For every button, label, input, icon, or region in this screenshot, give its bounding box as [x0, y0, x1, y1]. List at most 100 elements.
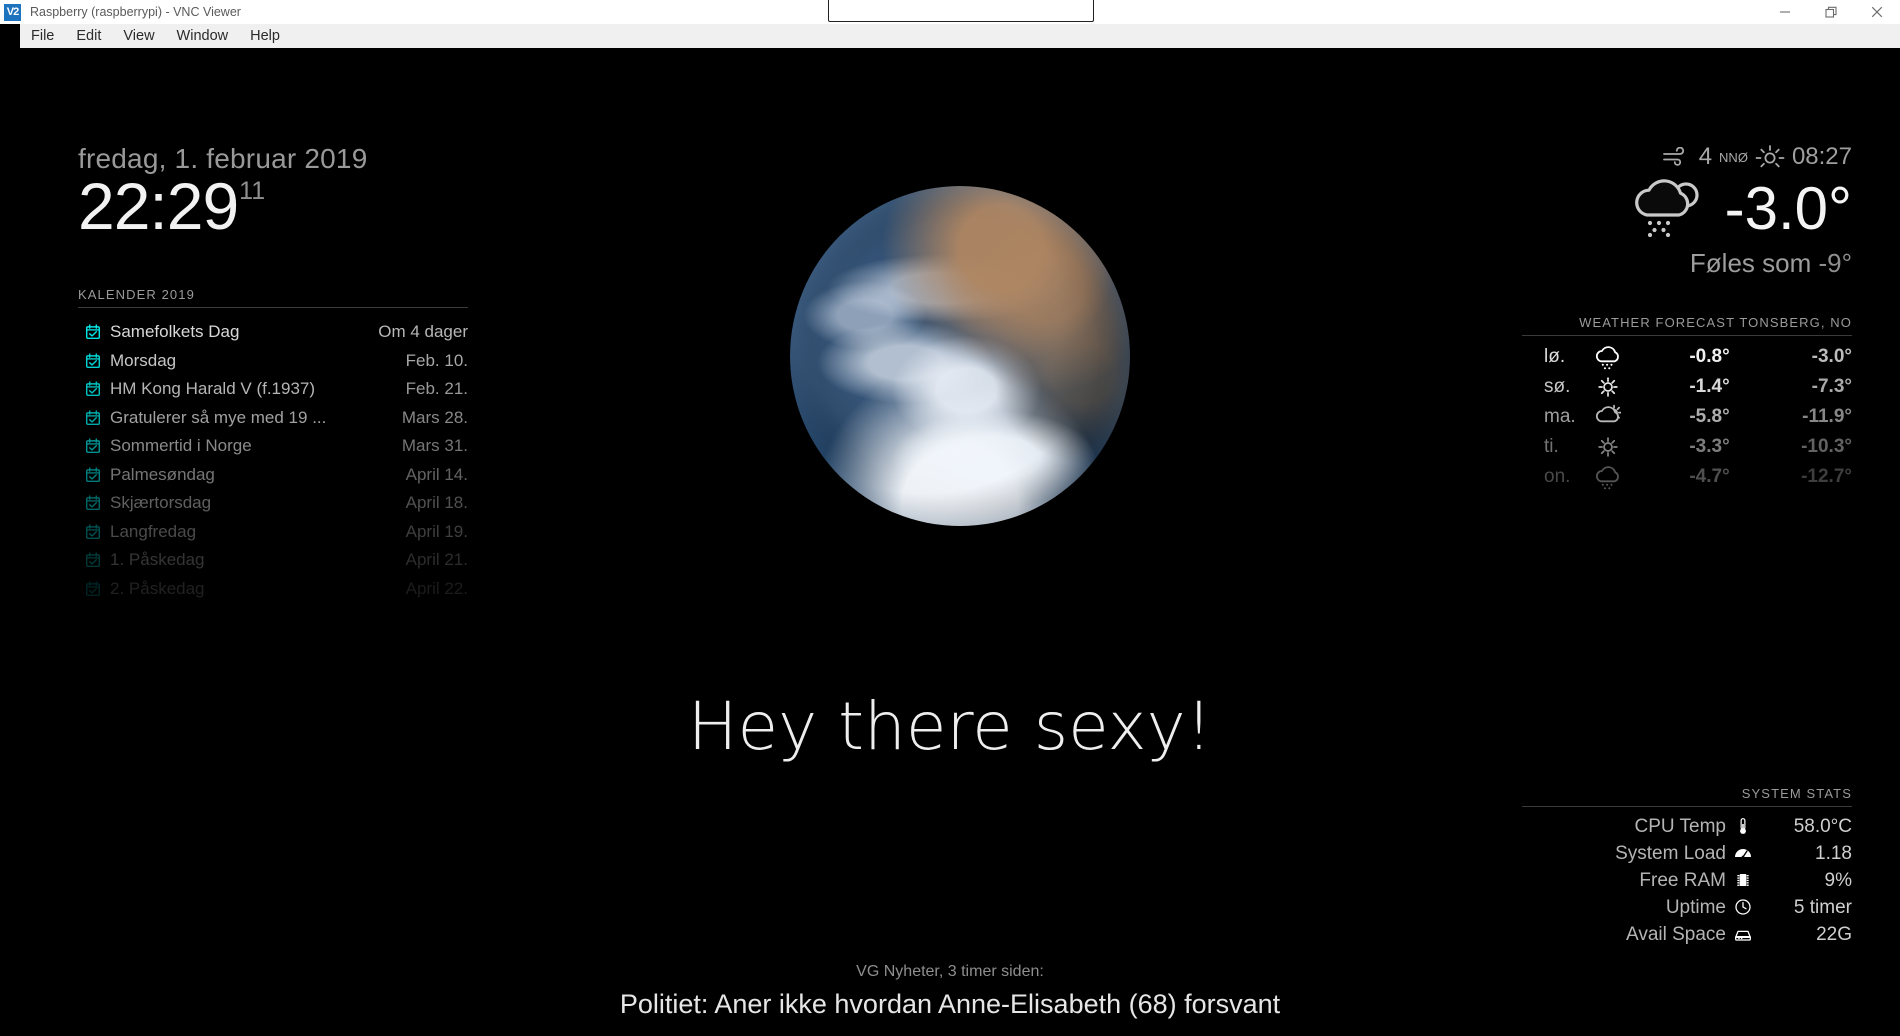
calendar-event-row: 1. Påskedag April 21.	[78, 546, 468, 575]
calendar-event-title: 2. Påskedag	[110, 578, 205, 598]
clock-icon	[1726, 894, 1760, 921]
calendar-event-title: HM Kong Harald V (f.1937)	[110, 379, 316, 399]
forecast-day: ti.	[1544, 436, 1559, 457]
weather-forecast: WEATHER FORECAST TONSBERG, NO lø. -0.8° -3…	[1522, 315, 1852, 492]
calendar-event-date: April 14.	[405, 464, 468, 484]
vnc-viewer-window: V2 Raspberry (raspberrypi) - VNC Viewer	[0, 0, 1900, 1036]
calendar-event-date: April 22.	[405, 578, 468, 598]
menu-view[interactable]: View	[112, 24, 165, 48]
calendar-event-date: Feb. 10.	[405, 350, 468, 370]
weather-summary-row: 4 NNØ 08:27	[1522, 143, 1852, 171]
system-stat-value: 1.18	[1815, 842, 1852, 864]
thermometer-icon	[1726, 813, 1760, 840]
calendar-event-date: Mars 31.	[401, 436, 468, 456]
system-stats-divider	[1522, 806, 1852, 807]
sunrise-time: 08:27	[1791, 143, 1852, 170]
clock-time: 22:29	[78, 169, 239, 243]
calendar-check-icon	[78, 352, 110, 370]
forecast-heading: WEATHER FORECAST TONSBERG, NO	[1579, 315, 1852, 330]
forecast-min-temp: -10.3°	[1801, 436, 1852, 457]
system-stat-label: Avail Space	[1626, 923, 1726, 945]
news-feed: VG Nyheter, 3 timer siden: Politiet: Ane…	[0, 963, 1900, 1020]
calendar-check-icon	[78, 323, 110, 341]
calendar-event-row: 2. Påskedag April 22.	[78, 575, 468, 604]
calendar-heading: KALENDER 2019	[78, 287, 195, 302]
calendar-event-title: Palmesøndag	[110, 464, 215, 484]
sun-icon	[1576, 432, 1640, 462]
wind-icon	[1662, 147, 1692, 167]
calendar-event-date: Mars 28.	[401, 407, 468, 427]
calendar-event-row: HM Kong Harald V (f.1937) Feb. 21.	[78, 375, 468, 404]
forecast-day: ma.	[1544, 406, 1576, 427]
system-stat-row: CPU Temp 58.0°C	[1522, 813, 1852, 840]
partly-sunny-icon	[1576, 402, 1640, 432]
calendar-event-title: Samefolkets Dag	[110, 322, 240, 342]
calendar-event-row: Langfredag April 19.	[78, 518, 468, 547]
calendar-check-icon	[78, 494, 110, 512]
minimize-icon[interactable]	[1762, 0, 1808, 24]
system-stats-heading: SYSTEM STATS	[1741, 786, 1852, 801]
forecast-day: on.	[1544, 466, 1571, 487]
forecast-max-temp: -3.3°	[1689, 436, 1730, 457]
calendar-event-title: 1. Påskedag	[110, 550, 205, 570]
harddisk-icon	[1726, 921, 1760, 948]
window-title: Raspberry (raspberrypi) - VNC Viewer	[30, 5, 241, 19]
wind-direction: NNØ	[1719, 149, 1748, 165]
remote-desktop-screen: fredag, 1. februar 2019 22:29 11 KALENDE…	[0, 48, 1900, 1036]
calendar-event-date: Feb. 21.	[405, 379, 468, 399]
menu-edit[interactable]: Edit	[65, 24, 112, 48]
menu-help[interactable]: Help	[239, 24, 291, 48]
calendar-check-icon	[78, 580, 110, 598]
calendar-check-icon	[78, 551, 110, 569]
forecast-max-temp: -5.8°	[1689, 406, 1730, 427]
sunrise-icon	[1755, 144, 1785, 170]
earth-globe	[790, 186, 1130, 526]
calendar-check-icon	[78, 437, 110, 455]
forecast-max-temp: -1.4°	[1689, 376, 1730, 397]
vnc-toolbar-handle[interactable]	[828, 0, 1094, 22]
close-icon[interactable]	[1854, 0, 1900, 24]
feels-like-value: -9°	[1818, 248, 1852, 278]
forecast-min-temp: -11.9°	[1802, 406, 1852, 427]
calendar-check-icon	[78, 409, 110, 427]
wind-speed: 4	[1698, 143, 1713, 170]
system-stat-label: Uptime	[1665, 896, 1726, 918]
restore-icon[interactable]	[1808, 0, 1854, 24]
snow-icon	[1576, 342, 1640, 372]
window-controls	[1762, 0, 1900, 24]
earth-atmosphere	[790, 186, 1130, 526]
cloud-snow-icon	[1576, 462, 1640, 492]
clock-seconds: 11	[239, 177, 266, 205]
system-stat-value: 9%	[1824, 869, 1852, 891]
forecast-min-temp: -12.7°	[1801, 466, 1852, 487]
forecast-row: sø. -1.4° -7.3°	[1522, 372, 1852, 402]
forecast-row: lø. -0.8° -3.0°	[1522, 342, 1852, 372]
menu-file[interactable]: File	[20, 24, 65, 48]
forecast-max-temp: -4.7°	[1689, 466, 1730, 487]
calendar-event-title: Skjærtorsdag	[110, 493, 212, 513]
earth-satellite-image	[790, 186, 1130, 526]
system-stat-value: 5 timer	[1793, 896, 1852, 918]
system-stat-value: 58.0°C	[1793, 815, 1852, 837]
feels-like: Føles som -9°	[1522, 248, 1852, 279]
forecast-day: sø.	[1544, 376, 1571, 397]
calendar-event-row: Palmesøndag April 14.	[78, 461, 468, 490]
gauge-icon	[1726, 840, 1760, 867]
system-stat-value: 22G	[1816, 923, 1852, 945]
menu-window[interactable]: Window	[166, 24, 240, 48]
snow-shower-icon	[1631, 175, 1711, 242]
forecast-row: ma. -5.8° -11.9°	[1522, 402, 1852, 432]
forecast-min-temp: -3.0°	[1811, 346, 1852, 367]
forecast-day: lø.	[1544, 346, 1566, 367]
right-region: 4 NNØ 08:27 -3.0° Føles som -9° WEATHER …	[1522, 143, 1852, 492]
calendar-check-icon	[78, 380, 110, 398]
calendar-divider	[78, 307, 468, 308]
news-source: VG Nyheter, 3 timer siden:	[856, 963, 1044, 980]
system-stat-label: System Load	[1615, 842, 1726, 864]
calendar-check-icon	[78, 466, 110, 484]
calendar-list: Samefolkets Dag Om 4 dager Morsdag Feb. 10.…	[78, 318, 468, 603]
current-temperature: -3.0°	[1724, 174, 1852, 242]
system-stat-label: Free RAM	[1639, 869, 1726, 891]
calendar-event-row: Skjærtorsdag April 18.	[78, 489, 468, 518]
forecast-max-temp: -0.8°	[1689, 346, 1730, 367]
